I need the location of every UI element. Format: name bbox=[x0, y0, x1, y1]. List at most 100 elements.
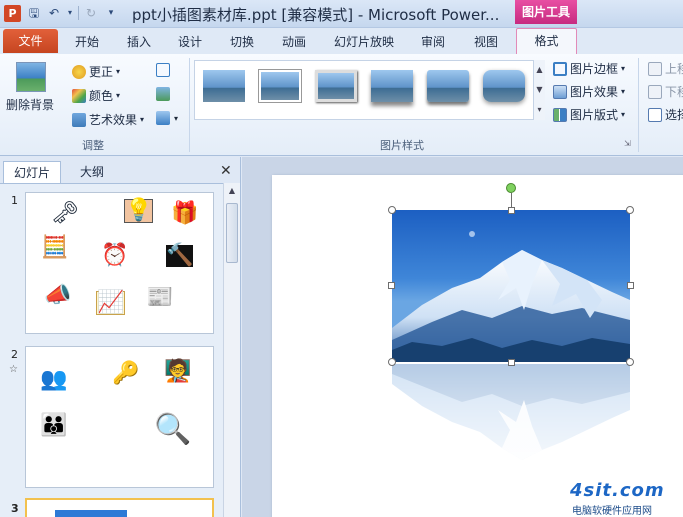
picture-border-button[interactable]: 图片边框 ▾ bbox=[553, 60, 625, 77]
calculator-clipart-icon: 🧮 bbox=[41, 235, 69, 260]
picture-style-4[interactable] bbox=[371, 70, 413, 102]
powerpoint-app-icon[interactable]: P bbox=[4, 5, 21, 22]
picture-reflection bbox=[392, 364, 630, 492]
window-title: ppt小插图素材库.ppt [兼容模式] - Microsoft Power..… bbox=[132, 6, 500, 24]
gallery-more-icon[interactable]: ▾ bbox=[534, 100, 545, 120]
current-slide[interactable] bbox=[272, 175, 683, 517]
resize-handle-top-left[interactable] bbox=[388, 206, 396, 214]
picture-style-3[interactable] bbox=[315, 70, 357, 102]
picture-border-icon bbox=[553, 61, 567, 76]
hammer-clipart-icon: 🔨 bbox=[166, 243, 194, 268]
animation-star-icon[interactable]: ☆ bbox=[9, 364, 18, 375]
tab-review[interactable]: 审阅 bbox=[421, 33, 445, 50]
gallery-down-icon[interactable]: ▼ bbox=[534, 80, 545, 100]
reset-picture-icon[interactable] bbox=[156, 111, 170, 125]
redo-icon[interactable]: ↻ bbox=[83, 4, 99, 22]
chart-clipart-icon: 📈 bbox=[96, 290, 126, 315]
artistic-effects-label: 艺术效果 bbox=[89, 113, 138, 127]
presenter-clipart-icon: 🧑‍🏫 bbox=[164, 359, 192, 384]
color-icon bbox=[72, 88, 86, 103]
color-button[interactable]: 颜色 ▾ bbox=[72, 87, 120, 104]
change-picture-icon[interactable] bbox=[156, 87, 170, 101]
panel-scrollbar[interactable]: ▲ bbox=[223, 183, 240, 517]
tab-home[interactable]: 开始 bbox=[75, 33, 99, 50]
send-backward-button[interactable]: 下移 bbox=[648, 83, 683, 100]
reader-clipart-icon: 📰 bbox=[146, 285, 174, 310]
tab-design[interactable]: 设计 bbox=[178, 33, 202, 50]
slide-thumbnail-1[interactable]: 🗝 💡 🎁 🧮 ⏰ 🔨 📣 📈 📰 bbox=[25, 192, 214, 334]
thumbnail-picture bbox=[55, 510, 127, 517]
corrections-button[interactable]: 更正 ▾ bbox=[72, 63, 120, 80]
scroll-up-icon[interactable]: ▲ bbox=[224, 183, 240, 199]
remove-background-button[interactable]: 删除背景 bbox=[6, 96, 54, 113]
customize-qat-icon[interactable]: ▾ bbox=[103, 4, 119, 22]
slide-thumbnails: 1 🗝 💡 🎁 🧮 ⏰ 🔨 📣 📈 📰 2 ☆ 👥 🔑 🧑‍🏫 👪 🔍 3 bbox=[0, 183, 223, 517]
picture-effects-button[interactable]: 图片效果 ▾ bbox=[553, 83, 625, 100]
resize-handle-right[interactable] bbox=[627, 282, 634, 289]
selection-pane-button[interactable]: 选择 bbox=[648, 106, 683, 123]
send-backward-icon bbox=[648, 84, 662, 99]
slide-number: 1 bbox=[11, 194, 18, 207]
close-icon[interactable]: ✕ bbox=[220, 163, 232, 179]
picture-effects-label: 图片效果 bbox=[570, 85, 619, 99]
undo-icon[interactable]: ↶ bbox=[46, 4, 62, 22]
resize-handle-bottom-right[interactable] bbox=[626, 358, 634, 366]
slide-number: 3 bbox=[11, 502, 19, 515]
tab-outline[interactable]: 大纲 bbox=[64, 161, 120, 183]
tab-insert[interactable]: 插入 bbox=[127, 33, 151, 50]
undo-dropdown-icon[interactable]: ▾ bbox=[66, 4, 74, 22]
resize-handle-left[interactable] bbox=[388, 282, 395, 289]
key-clipart-icon: 🔑 bbox=[112, 361, 140, 386]
tab-view[interactable]: 视图 bbox=[474, 33, 498, 50]
group-separator bbox=[189, 58, 190, 152]
tab-slides[interactable]: 幻灯片 bbox=[3, 161, 61, 183]
tab-transitions[interactable]: 切换 bbox=[230, 33, 254, 50]
artistic-effects-button[interactable]: 艺术效果 ▾ bbox=[72, 111, 144, 128]
picture-style-2[interactable] bbox=[259, 70, 301, 102]
gallery-up-icon[interactable]: ▲ bbox=[534, 60, 545, 80]
gift-clipart-icon: 🎁 bbox=[171, 201, 199, 226]
resize-handle-top[interactable] bbox=[508, 207, 515, 214]
picture-tools-header: 图片工具 bbox=[515, 0, 577, 24]
reset-dropdown-icon[interactable]: ▾ bbox=[174, 114, 178, 123]
scroll-thumb[interactable] bbox=[226, 203, 238, 263]
selected-picture[interactable] bbox=[392, 210, 630, 362]
chevron-down-icon: ▾ bbox=[621, 87, 626, 96]
picture-styles-gallery bbox=[194, 60, 544, 120]
slide-thumbnail-2[interactable]: 👥 🔑 🧑‍🏫 👪 🔍 bbox=[25, 346, 214, 488]
slide-number: 2 bbox=[11, 348, 18, 361]
chevron-down-icon: ▾ bbox=[116, 67, 121, 76]
adjust-group-label: 调整 bbox=[82, 139, 104, 152]
gallery-scroll: ▲ ▼ ▾ bbox=[533, 60, 545, 120]
compress-pictures-icon[interactable] bbox=[156, 63, 170, 77]
slide-thumbnail-3[interactable] bbox=[25, 498, 214, 517]
resize-handle-bottom[interactable] bbox=[508, 359, 515, 366]
key-clipart-icon: 🗝 bbox=[51, 201, 79, 226]
title-bar: P 🖫 ↶ ▾ ↻ ▾ ppt小插图素材库.ppt [兼容模式] - Micro… bbox=[0, 0, 683, 28]
save-icon[interactable]: 🖫 bbox=[26, 4, 42, 22]
tab-file[interactable]: 文件 bbox=[3, 29, 58, 53]
picture-layout-button[interactable]: 图片版式 ▾ bbox=[553, 106, 625, 123]
picture-effects-icon bbox=[553, 84, 567, 99]
rotate-handle[interactable] bbox=[506, 183, 516, 193]
color-label: 颜色 bbox=[89, 89, 114, 103]
resize-handle-bottom-left[interactable] bbox=[388, 358, 396, 366]
sun-icon bbox=[72, 64, 86, 79]
tab-animations[interactable]: 动画 bbox=[282, 33, 306, 50]
artistic-effects-icon bbox=[72, 112, 86, 127]
picture-style-6[interactable] bbox=[483, 70, 525, 102]
chevron-down-icon: ▾ bbox=[116, 91, 121, 100]
picture-style-5[interactable] bbox=[427, 70, 469, 102]
corrections-label: 更正 bbox=[89, 65, 114, 79]
picture-style-1[interactable] bbox=[203, 70, 245, 102]
remove-background-icon[interactable] bbox=[16, 62, 46, 92]
ribbon-tabs: 文件 开始 插入 设计 切换 动画 幻灯片放映 审阅 视图 格式 bbox=[0, 28, 683, 55]
bring-forward-button[interactable]: 上移 bbox=[648, 60, 683, 77]
magnifier-clipart-icon: 🔍 bbox=[154, 412, 192, 447]
tab-slideshow[interactable]: 幻灯片放映 bbox=[334, 33, 394, 50]
dialog-launcher-icon[interactable]: ⇲ bbox=[624, 139, 631, 148]
selection-pane-icon bbox=[648, 107, 662, 122]
alarm-clock-clipart-icon: ⏰ bbox=[101, 243, 129, 268]
resize-handle-top-right[interactable] bbox=[626, 206, 634, 214]
tab-format[interactable]: 格式 bbox=[516, 28, 577, 55]
